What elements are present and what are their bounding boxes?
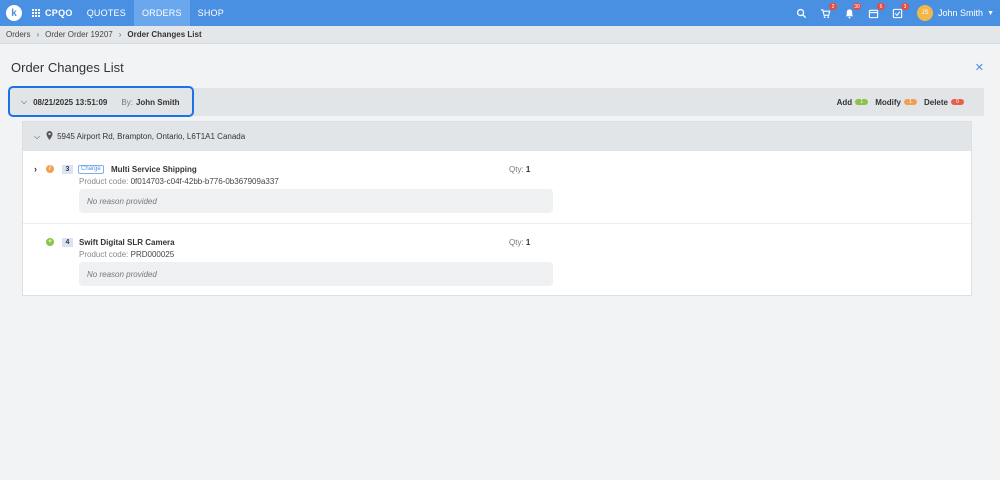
item-qty: Qty: 1 (509, 237, 531, 247)
tasks-icon[interactable]: 3 (891, 3, 910, 19)
app-launcher[interactable]: CPQO (32, 8, 73, 18)
avatar[interactable]: JS (917, 5, 934, 21)
address-text: 5945 Airport Rd, Brampton, Ontario, L6T1… (57, 132, 246, 141)
apps-grid-icon (32, 8, 41, 18)
breadcrumb-orders[interactable]: Orders (6, 30, 30, 39)
product-code: Product code: PRD000025 (79, 250, 175, 259)
item-name: Multi Service Shipping (111, 164, 197, 174)
calendar-badge: 6 (877, 3, 886, 10)
product-code: Product code: 0f014703-c04f-42bb-b776-0b… (79, 177, 279, 186)
nav-item-shop[interactable]: SHOP (190, 0, 232, 26)
item-qty: Qty: 1 (509, 164, 531, 174)
breadcrumb-current: Order Changes List (127, 30, 202, 39)
list-item: + 4 Swift Digital SLR Camera Qty: 1 Prod… (23, 225, 971, 297)
change-legend: Add 1 Modify 1 Delete 0 (830, 88, 964, 116)
cart-badge: 2 (829, 3, 838, 10)
location-pin-icon (46, 131, 53, 142)
bell-icon[interactable]: 30 (843, 3, 862, 19)
cart-icon[interactable]: 2 (819, 3, 838, 19)
app-logo[interactable]: k (6, 5, 22, 21)
chevron-right-icon: › (36, 30, 40, 39)
expand-arrow-icon[interactable]: › (34, 164, 37, 174)
breadcrumb: Orders › Order Order 19207 › Order Chang… (0, 26, 1000, 44)
top-navbar: k CPQO QUOTES ORDERS SHOP 2 30 6 3 JS Jo… (0, 0, 1000, 26)
user-name[interactable]: John Smith (938, 8, 983, 18)
page-title: Order Changes List (11, 60, 124, 75)
modify-status-icon: / (46, 165, 54, 173)
reason-box: No reason provided (79, 262, 553, 286)
search-icon[interactable] (795, 7, 807, 19)
close-icon[interactable]: ✕ (975, 61, 984, 74)
nav-item-quotes[interactable]: QUOTES (79, 0, 134, 26)
legend-add-count: 1 (855, 99, 869, 105)
address-header[interactable]: ⌵ 5945 Airport Rd, Brampton, Ontario, L6… (23, 122, 971, 151)
legend-delete-count: 0 (951, 99, 964, 105)
legend-add: Add 1 (837, 98, 869, 107)
calendar-icon[interactable]: 6 (867, 3, 886, 19)
nav-item-orders[interactable]: ORDERS (133, 0, 190, 26)
tasks-badge: 3 (901, 3, 910, 10)
chevron-right-icon: › (118, 30, 122, 39)
chevron-down-icon[interactable]: ▼ (987, 10, 994, 17)
chevron-down-icon[interactable]: ⌵ (34, 132, 40, 142)
item-number: 4 (62, 237, 73, 247)
selection-highlight (8, 86, 194, 117)
legend-delete: Delete 0 (924, 98, 964, 107)
legend-modify: Modify 1 (875, 98, 917, 107)
breadcrumb-order[interactable]: Order Order 19207 (45, 30, 113, 39)
brand-label: CPQO (45, 8, 73, 18)
list-item: › / 3 Charge Multi Service Shipping Qty:… (23, 152, 971, 224)
add-status-icon: + (46, 238, 54, 246)
notifications-badge: 30 (853, 3, 862, 10)
reason-box: No reason provided (79, 189, 553, 213)
legend-modify-count: 1 (903, 99, 917, 105)
item-name: Swift Digital SLR Camera (79, 237, 175, 247)
item-number: 3 (62, 164, 73, 174)
address-section: ⌵ 5945 Airport Rd, Brampton, Ontario, L6… (22, 121, 972, 296)
charge-tag: Charge (78, 164, 104, 174)
